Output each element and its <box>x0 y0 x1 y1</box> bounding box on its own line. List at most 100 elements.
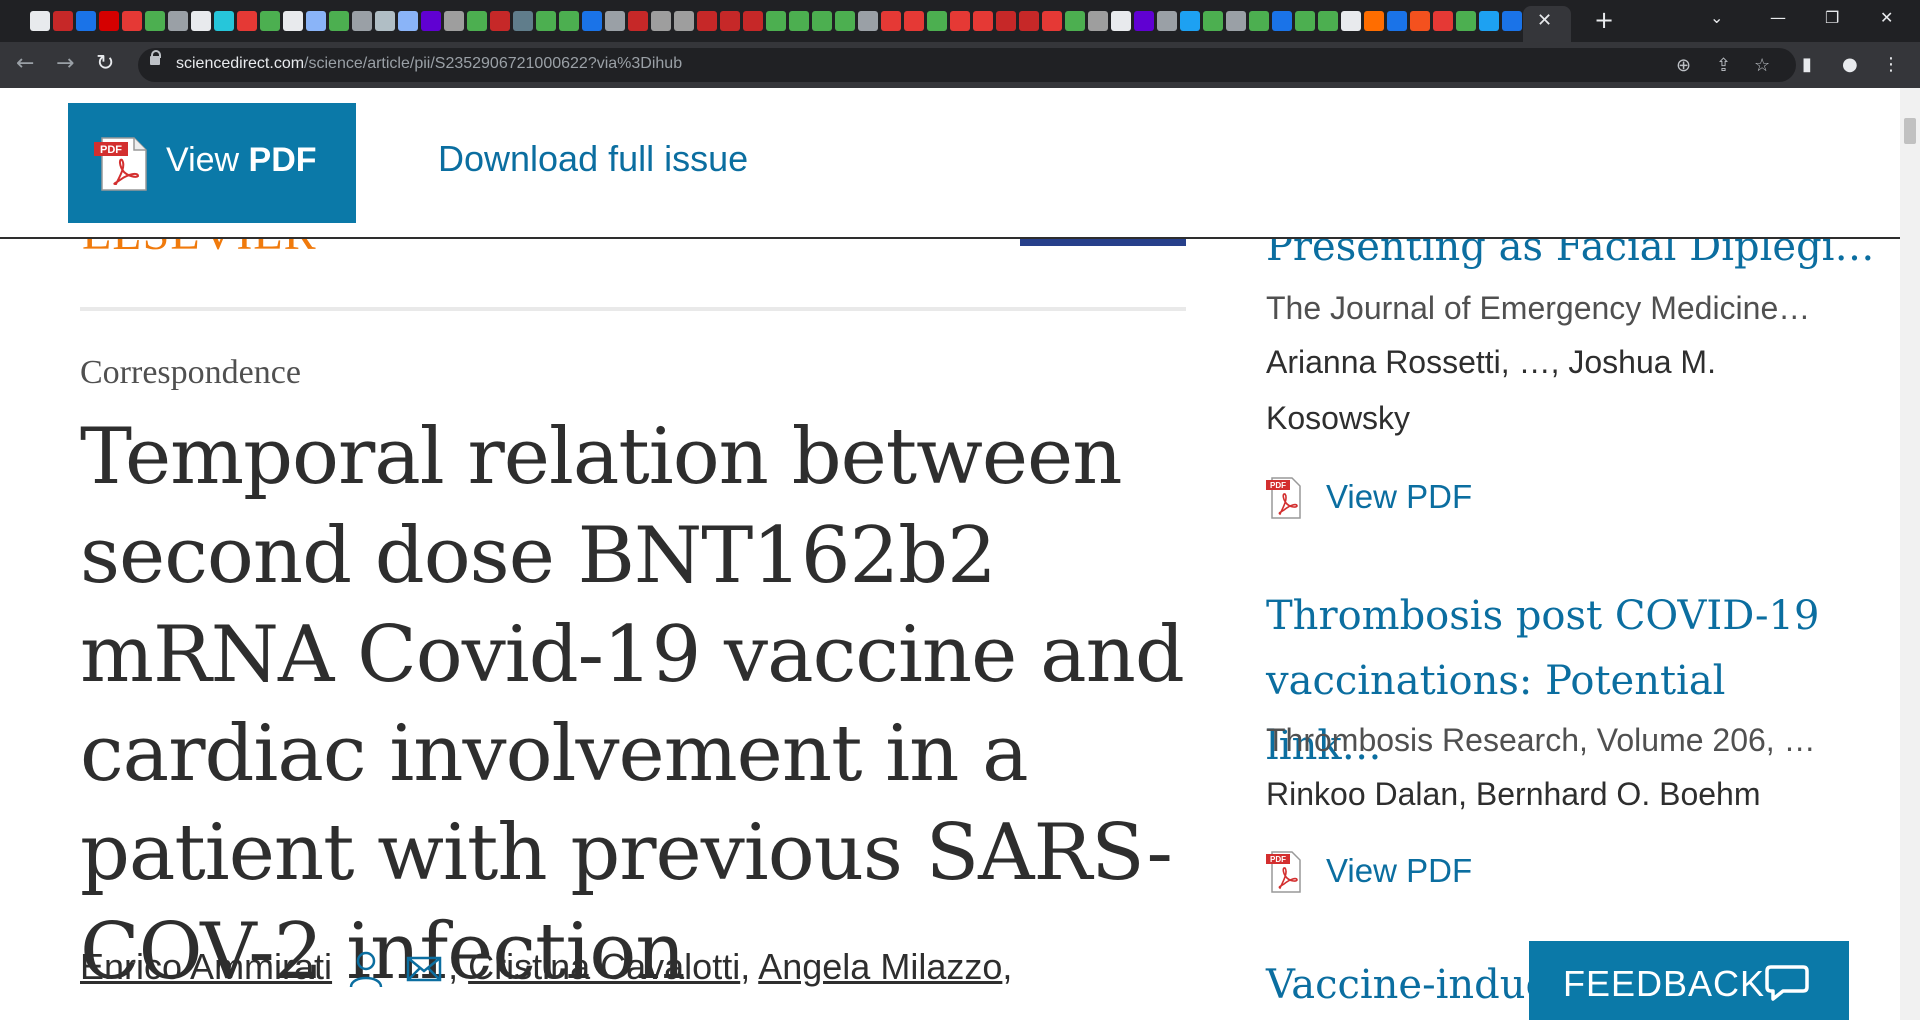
tab-favicon-icon[interactable] <box>1088 11 1108 31</box>
tab-favicon-icon[interactable] <box>651 11 671 31</box>
menu-kebab-icon[interactable]: ⋮ <box>1882 54 1900 75</box>
recommended-article-journal: The Journal of Emergency Medicine… <box>1266 290 1811 326</box>
tab-favicon-icon[interactable] <box>1410 11 1430 31</box>
view-pdf-button[interactable]: PDF View PDF <box>68 103 356 223</box>
bookmark-star-icon[interactable]: ☆ <box>1754 55 1770 76</box>
author-link[interactable]: Enrico Ammirati <box>80 946 332 987</box>
tab-search-icon[interactable]: ⌄ <box>1710 8 1723 27</box>
close-tab-icon[interactable]: ✕ <box>1537 10 1552 31</box>
tab-favicon-icon[interactable] <box>674 11 694 31</box>
scrollbar-thumb[interactable] <box>1904 118 1916 144</box>
tab-favicon-icon[interactable] <box>697 11 717 31</box>
tab-favicon-icon[interactable] <box>1502 11 1522 31</box>
restore-icon[interactable]: ❐ <box>1825 8 1839 27</box>
lock-icon[interactable] <box>150 50 161 65</box>
new-tab-button[interactable]: + <box>1594 6 1614 34</box>
tab-favicon-icon[interactable] <box>789 11 809 31</box>
tab-favicon-icon[interactable] <box>858 11 878 31</box>
tab-favicon-icon[interactable] <box>444 11 464 31</box>
tab-favicon-icon[interactable] <box>1456 11 1476 31</box>
email-icon[interactable] <box>406 954 442 984</box>
tab-favicon-icon[interactable] <box>467 11 487 31</box>
tab-favicon-icon[interactable] <box>720 11 740 31</box>
page-scrollbar[interactable] <box>1900 88 1920 1020</box>
tab-favicon-icon[interactable] <box>283 11 303 31</box>
tab-favicon-icon[interactable] <box>1203 11 1223 31</box>
tab-favicon-icon[interactable] <box>191 11 211 31</box>
tab-favicon-icon[interactable] <box>927 11 947 31</box>
active-tab[interactable]: ✕ <box>1523 6 1571 42</box>
tab-favicon-icon[interactable] <box>490 11 510 31</box>
tab-favicon-icon[interactable] <box>99 11 119 31</box>
tab-favicon-icon[interactable] <box>168 11 188 31</box>
author-link[interactable]: Cristina Cavalotti <box>468 946 740 987</box>
tab-favicon-icon[interactable] <box>1364 11 1384 31</box>
tab-favicon-icon[interactable] <box>306 11 326 31</box>
back-icon[interactable]: ← <box>16 51 34 76</box>
tab-favicon-icon[interactable] <box>260 11 280 31</box>
feedback-label[interactable]: FEEDBACK <box>1563 963 1765 1005</box>
tab-favicon-icon[interactable] <box>1433 11 1453 31</box>
recommended-article-title[interactable]: Vaccine-induc <box>1266 962 1548 1008</box>
tab-favicon-icon[interactable] <box>1065 11 1085 31</box>
tab-favicon-icon[interactable] <box>1157 11 1177 31</box>
tab-favicon-icon[interactable] <box>1111 11 1131 31</box>
author-link[interactable]: Angela Milazzo <box>758 946 1002 987</box>
tab-favicon-icon[interactable] <box>605 11 625 31</box>
tab-favicon-icon[interactable] <box>352 11 372 31</box>
tab-favicon-icon[interactable] <box>1295 11 1315 31</box>
tab-favicon-icon[interactable] <box>628 11 648 31</box>
tab-favicon-icon[interactable] <box>766 11 786 31</box>
tab-favicon-icon[interactable] <box>973 11 993 31</box>
profile-icon[interactable]: ● <box>1842 54 1858 75</box>
tab-favicon-icon[interactable] <box>950 11 970 31</box>
tab-favicon-icon[interactable] <box>1019 11 1039 31</box>
tab-favicon-icon[interactable] <box>1134 11 1154 31</box>
tab-favicon-icon[interactable] <box>1226 11 1246 31</box>
zoom-icon[interactable]: ⊕ <box>1676 55 1691 76</box>
tab-favicon-icon[interactable] <box>122 11 142 31</box>
tab-favicon-icon[interactable] <box>1249 11 1269 31</box>
tab-favicon-icon[interactable] <box>1479 11 1499 31</box>
share-icon[interactable]: ⇪ <box>1716 55 1731 76</box>
tab-favicon-icon[interactable] <box>1042 11 1062 31</box>
tab-favicon-icon[interactable] <box>329 11 349 31</box>
view-pdf-label[interactable]: View PDF <box>166 141 317 180</box>
url-text[interactable]: sciencedirect.com/science/article/pii/S2… <box>176 55 682 73</box>
tab-favicon-icon[interactable] <box>1272 11 1292 31</box>
tab-favicon-icon[interactable] <box>1341 11 1361 31</box>
feedback-button[interactable]: FEEDBACK <box>1529 941 1849 1020</box>
tab-favicon-icon[interactable] <box>375 11 395 31</box>
tab-favicon-icon[interactable] <box>421 11 441 31</box>
tab-favicon-icon[interactable] <box>881 11 901 31</box>
tab-favicon-icon[interactable] <box>904 11 924 31</box>
tab-favicon-icon[interactable] <box>30 11 50 31</box>
tab-favicon-icon[interactable] <box>76 11 96 31</box>
person-icon[interactable] <box>348 949 384 989</box>
tab-favicon-icon[interactable] <box>398 11 418 31</box>
tab-favicon-icon[interactable] <box>996 11 1016 31</box>
tab-favicon-icon[interactable] <box>214 11 234 31</box>
tab-favicon-icon[interactable] <box>582 11 602 31</box>
tab-favicon-icon[interactable] <box>812 11 832 31</box>
tab-favicon-icon[interactable] <box>1180 11 1200 31</box>
view-pdf-label[interactable]: View PDF <box>1326 852 1472 890</box>
tab-favicon-icon[interactable] <box>536 11 556 31</box>
tab-favicon-icon[interactable] <box>1318 11 1338 31</box>
download-full-issue-link[interactable]: Download full issue <box>438 138 748 180</box>
forward-icon[interactable]: → <box>56 51 74 76</box>
side-panel-icon[interactable]: ▮ <box>1802 54 1812 75</box>
close-window-icon[interactable]: ✕ <box>1880 8 1893 27</box>
tab-favicon-icon[interactable] <box>1387 11 1407 31</box>
tab-favicon-icon[interactable] <box>743 11 763 31</box>
tab-favicon-icon[interactable] <box>835 11 855 31</box>
address-bar[interactable]: sciencedirect.com/science/article/pii/S2… <box>138 48 1796 82</box>
view-pdf-label[interactable]: View PDF <box>1326 478 1472 516</box>
tab-favicon-icon[interactable] <box>145 11 165 31</box>
tab-favicon-icon[interactable] <box>513 11 533 31</box>
tab-favicon-icon[interactable] <box>559 11 579 31</box>
reload-icon[interactable]: ↻ <box>96 51 114 76</box>
tab-favicon-icon[interactable] <box>237 11 257 31</box>
tab-favicon-icon[interactable] <box>53 11 73 31</box>
minimize-icon[interactable]: — <box>1770 8 1786 27</box>
